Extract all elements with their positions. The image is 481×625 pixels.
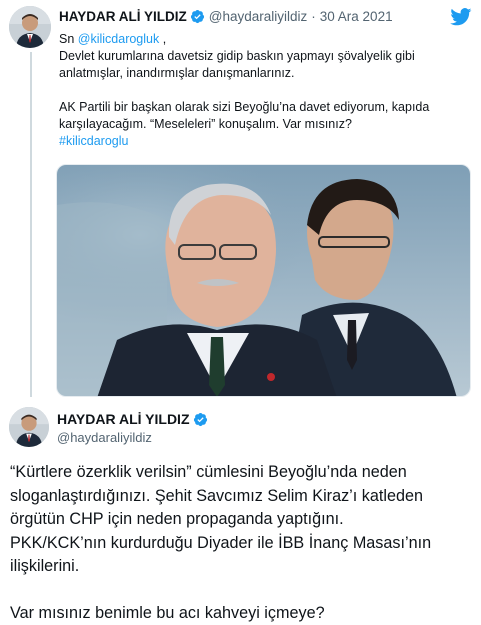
mention-suffix: , (159, 32, 166, 46)
author-handle[interactable]: @haydaraliyildiz (209, 9, 308, 24)
tweet2-paragraph-2: PKK/KCK’nın kurdurduğu Diyader ile İBB İ… (10, 532, 475, 579)
tweet2-text: “Kürtlere özerklik verilsin” cümlesini B… (10, 461, 475, 625)
tweet-paragraph-1: Devlet kurumlarına davetsiz gidip baskın… (59, 48, 464, 82)
photo-image (57, 165, 471, 397)
tweet-date[interactable]: 30 Ara 2021 (320, 9, 393, 24)
tweet-text: Sn @kilicdarogluk , Devlet kurumlarına d… (59, 31, 464, 150)
mention-link[interactable]: @kilicdarogluk (78, 32, 159, 46)
author-avatar-2[interactable] (9, 407, 49, 447)
verified-badge-icon (190, 9, 205, 24)
header-separator: · (311, 9, 316, 24)
tweet-paragraph-2: AK Partili bir başkan olarak sizi Beyoğl… (59, 99, 464, 133)
tweet2-paragraph-3: Var mısınız benimle bu acı kahveyi içmey… (10, 602, 475, 625)
author-name[interactable]: HAYDAR ALİ YILDIZ (59, 9, 187, 24)
tweet-header: HAYDAR ALİ YILDIZ @haydaraliyildiz · 30 … (59, 9, 393, 24)
tweet-photo[interactable] (56, 164, 471, 397)
author-avatar[interactable] (9, 6, 51, 48)
mention-line: Sn @kilicdarogluk , (59, 31, 464, 48)
author-name-2[interactable]: HAYDAR ALİ YILDIZ (57, 411, 190, 427)
avatar-image-2 (9, 407, 49, 447)
hashtag-link[interactable]: #kilicdaroglu (59, 134, 128, 148)
verified-badge-icon (193, 412, 208, 427)
tweet2-paragraph-1: “Kürtlere özerklik verilsin” cümlesini B… (10, 461, 475, 532)
author-handle-2[interactable]: @haydaraliyildiz (57, 430, 152, 445)
mention-prefix: Sn (59, 32, 78, 46)
tweet2-author-row: HAYDAR ALİ YILDIZ (57, 411, 208, 427)
thread-connector-line (30, 52, 32, 397)
avatar-image (9, 6, 51, 48)
twitter-bird-icon[interactable] (450, 8, 472, 26)
